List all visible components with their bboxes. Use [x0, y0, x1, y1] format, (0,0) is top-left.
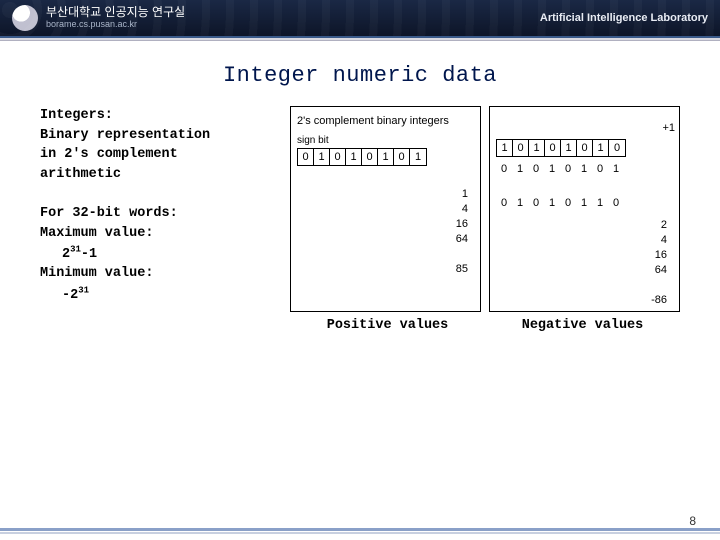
- integers-line1: Binary representation: [40, 128, 210, 143]
- bit-cell: 0: [362, 149, 378, 165]
- neg-val-16: 16: [651, 249, 667, 264]
- neg-bit-row3: 0 1 0 1 0 1 1 0: [496, 195, 624, 211]
- min-prefix: -2: [62, 288, 78, 303]
- bit-cell: 1: [544, 161, 560, 177]
- bit-cell: 1: [378, 149, 394, 165]
- neg-val-4: 4: [651, 234, 667, 249]
- bit-cell: 1: [410, 149, 426, 165]
- bit-cell: 0: [528, 161, 544, 177]
- max-value: 231-1: [40, 243, 280, 264]
- sign-bit-label: sign bit: [297, 135, 474, 146]
- integers-line2: in 2's complement: [40, 147, 178, 162]
- diagram-pos-title: 2's complement binary integers: [297, 115, 474, 127]
- min-exp: 31: [78, 285, 89, 295]
- neg-val-2: 2: [651, 219, 667, 234]
- bit-cell: 0: [330, 149, 346, 165]
- content-area: Integers: Binary representation in 2's c…: [0, 106, 720, 312]
- bit-cell: 0: [528, 195, 544, 211]
- max-suffix: -1: [81, 247, 97, 262]
- min-label: Minimum value:: [40, 266, 153, 281]
- bit-cell: 0: [608, 195, 624, 211]
- neg-bit-row1: 1 0 1 0 1 0 1 0: [496, 139, 626, 157]
- neg-val-sum: -86: [651, 294, 667, 309]
- min-value: -231: [40, 284, 280, 305]
- integers-block: Integers: Binary representation in 2's c…: [40, 106, 280, 184]
- text-column: Integers: Binary representation in 2's c…: [40, 106, 280, 312]
- neg-val-64: 64: [651, 264, 667, 279]
- diagrams-area: 2's complement binary integers sign bit …: [290, 106, 680, 312]
- university-name-kr: 부산대학교 인공지능 연구실: [46, 6, 185, 19]
- bit-cell: 0: [560, 161, 576, 177]
- bit-cell: 1: [576, 161, 592, 177]
- university-url: borame.cs.pusan.ac.kr: [46, 20, 185, 30]
- bit-cell: 0: [394, 149, 410, 165]
- bit-cell: 1: [576, 195, 592, 211]
- page-number: 8: [689, 514, 696, 528]
- header-divider: [0, 38, 720, 41]
- bit-cell: 1: [314, 149, 330, 165]
- bit-cell: 0: [592, 161, 608, 177]
- neg-val-blank: [651, 279, 667, 294]
- pos-val-sum: 85: [456, 263, 468, 278]
- pos-values: 1 4 16 64 85: [456, 188, 468, 278]
- bit-cell: 1: [544, 195, 560, 211]
- max-base: 2: [62, 247, 70, 262]
- header-left: 부산대학교 인공지능 연구실 borame.cs.pusan.ac.kr: [12, 5, 185, 31]
- bit-cell: 0: [609, 140, 625, 156]
- bit-cell: 1: [346, 149, 362, 165]
- slide-title: Integer numeric data: [0, 63, 720, 88]
- pos-val-16: 16: [456, 218, 468, 233]
- caption-negative: Negative values: [485, 318, 680, 333]
- for-32-bit: For 32-bit words:: [40, 206, 178, 221]
- diagram-negative: 1 0 1 0 1 0 1 0 0 1 0 1 0 1 0 1 +1: [489, 106, 680, 312]
- wordsize-block: For 32-bit words: Maximum value: 231-1 M…: [40, 204, 280, 305]
- pos-val-blank: [456, 248, 468, 263]
- integers-heading: Integers:: [40, 108, 113, 123]
- pos-val-4: 4: [456, 203, 468, 218]
- bit-cell: 0: [298, 149, 314, 165]
- integers-line3: arithmetic: [40, 167, 121, 182]
- pos-arrow-zone: 1 4 16 64 85: [297, 170, 474, 280]
- bit-cell: 1: [561, 140, 577, 156]
- footer-line-1: [0, 528, 720, 531]
- bit-cell: 1: [497, 140, 513, 156]
- bit-cell: 0: [513, 140, 529, 156]
- plus-one: +1: [662, 122, 675, 134]
- university-logo-icon: [12, 5, 38, 31]
- max-label: Maximum value:: [40, 226, 153, 241]
- lab-name: Artificial Intelligence Laboratory: [540, 12, 708, 24]
- header-bar: 부산대학교 인공지능 연구실 borame.cs.pusan.ac.kr Art…: [0, 0, 720, 38]
- diagram-positive: 2's complement binary integers sign bit …: [290, 106, 481, 312]
- diagram-captions: Positive values Negative values: [0, 312, 720, 333]
- pos-bit-row: 0 1 0 1 0 1 0 1: [297, 148, 427, 166]
- caption-positive: Positive values: [290, 318, 485, 333]
- bit-cell: 0: [496, 161, 512, 177]
- pos-val-64: 64: [456, 233, 468, 248]
- bit-cell: 1: [593, 140, 609, 156]
- neg-bit-row2: 0 1 0 1 0 1 0 1: [496, 161, 624, 177]
- bit-cell: 0: [560, 195, 576, 211]
- pos-val-1: 1: [456, 188, 468, 203]
- footer-bar: [0, 528, 720, 534]
- bit-cell: 1: [512, 195, 528, 211]
- university-name: 부산대학교 인공지능 연구실 borame.cs.pusan.ac.kr: [46, 6, 185, 29]
- neg-arrow-zone: 2 4 16 64 -86: [496, 215, 673, 305]
- bit-cell: 1: [512, 161, 528, 177]
- bit-cell: 0: [545, 140, 561, 156]
- bit-cell: 0: [496, 195, 512, 211]
- neg-values: 2 4 16 64 -86: [651, 219, 667, 309]
- bit-cell: 1: [529, 140, 545, 156]
- bit-cell: 1: [592, 195, 608, 211]
- footer-line-2: [0, 532, 720, 534]
- bit-cell: 1: [608, 161, 624, 177]
- max-exp: 31: [70, 244, 81, 254]
- bit-cell: 0: [577, 140, 593, 156]
